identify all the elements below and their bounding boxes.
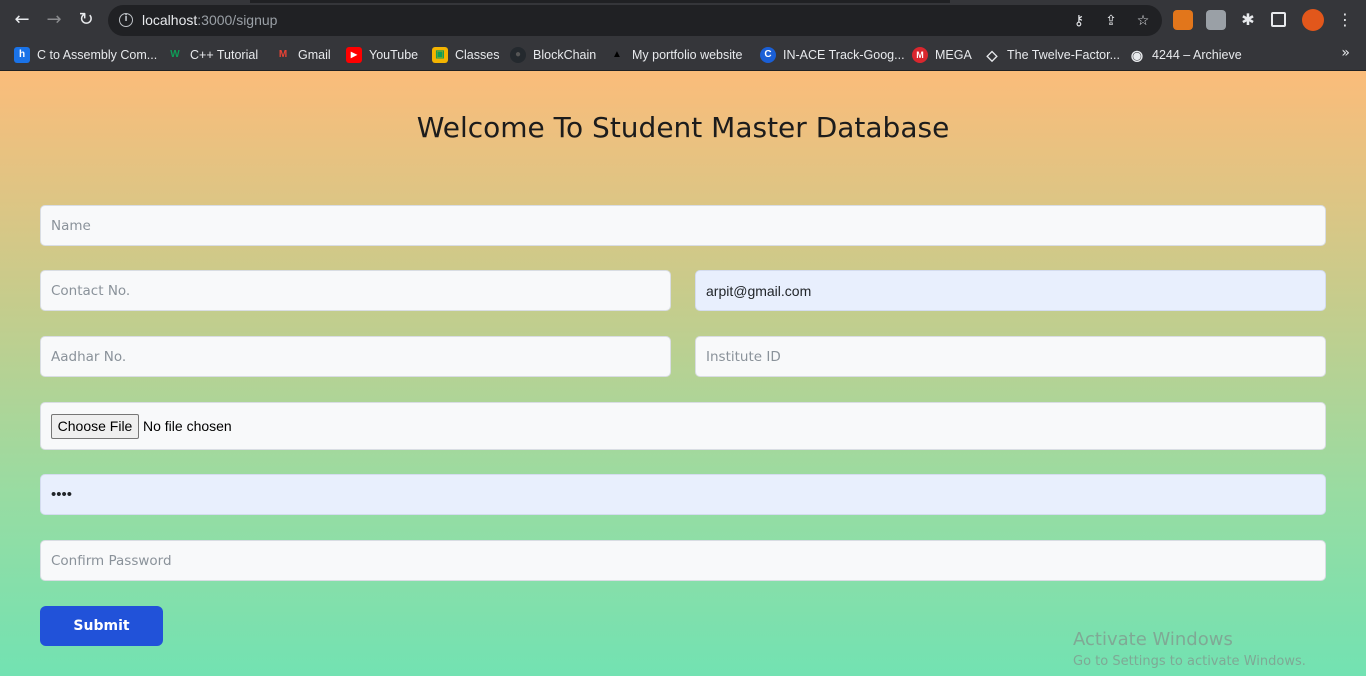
bookmark-favicon-icon: h bbox=[14, 47, 30, 63]
bookmark-label: Classes bbox=[455, 48, 500, 62]
site-info-icon[interactable]: i bbox=[119, 13, 133, 27]
globe-icon: ◉ bbox=[1130, 47, 1144, 63]
bookmark-label: 4244 – Archieve bbox=[1152, 48, 1242, 62]
side-panel-icon[interactable] bbox=[1271, 12, 1286, 27]
bookmark-label: The Twelve-Factor... bbox=[1007, 48, 1121, 62]
page-title: Welcome To Student Master Database bbox=[416, 111, 950, 144]
bookmark-youtube[interactable]: ▶ YouTube bbox=[346, 45, 418, 65]
choose-file-button[interactable]: Choose File bbox=[51, 414, 139, 439]
bookmark-blockchain[interactable]: ● BlockChain bbox=[510, 45, 596, 65]
back-icon[interactable]: ← bbox=[11, 9, 33, 31]
github-icon: ● bbox=[510, 47, 526, 63]
signup-page: Welcome To Student Master Database Choos… bbox=[0, 71, 1366, 676]
submit-button[interactable]: Submit bbox=[40, 606, 163, 646]
bookmark-label: IN-ACE Track-Goog... bbox=[783, 48, 905, 62]
name-input[interactable] bbox=[40, 205, 1326, 246]
bookmark-favicon-icon: W bbox=[170, 49, 180, 60]
vercel-icon: ▲ bbox=[612, 49, 622, 60]
bookmark-favicon-icon: C bbox=[760, 47, 776, 63]
bookmark-cpp-tutorial[interactable]: W C++ Tutorial bbox=[167, 45, 258, 65]
extension-icon[interactable] bbox=[1206, 10, 1226, 30]
file-status-text: No file chosen bbox=[143, 418, 232, 434]
password-input[interactable]: •••• bbox=[40, 474, 1326, 515]
forward-icon[interactable]: → bbox=[43, 9, 65, 31]
bookmarks-more-icon[interactable]: » bbox=[1341, 45, 1350, 61]
avatar[interactable] bbox=[1302, 9, 1324, 31]
bookmark-label: MEGA bbox=[935, 48, 972, 62]
bookmark-label: BlockChain bbox=[533, 48, 597, 62]
mega-icon: M bbox=[912, 47, 928, 63]
star-icon[interactable]: ☆ bbox=[1134, 12, 1152, 30]
bookmark-classes[interactable]: ▣ Classes bbox=[432, 45, 499, 65]
activate-windows-subtext: Go to Settings to activate Windows. bbox=[1073, 654, 1306, 669]
bookmark-mega[interactable]: M MEGA bbox=[912, 45, 972, 65]
bookmark-in-ace[interactable]: C IN-ACE Track-Goog... bbox=[760, 45, 905, 65]
bookmark-label: C++ Tutorial bbox=[190, 48, 259, 62]
youtube-icon: ▶ bbox=[346, 47, 362, 63]
institute-id-input[interactable] bbox=[695, 336, 1326, 377]
classroom-icon: ▣ bbox=[432, 47, 448, 63]
bookmark-c-to-assembly[interactable]: h C to Assembly Com... bbox=[14, 45, 157, 65]
bookmark-label: Gmail bbox=[298, 48, 331, 62]
url-text[interactable]: localhost:3000/signup bbox=[142, 12, 277, 28]
address-bar[interactable]: i localhost:3000/signup ⚷ ⇪ ☆ bbox=[108, 5, 1162, 36]
url-path: :3000/signup bbox=[197, 12, 278, 28]
file-upload-field[interactable]: Choose File No file chosen bbox=[40, 402, 1326, 450]
share-icon[interactable]: ⇪ bbox=[1102, 12, 1120, 30]
bookmark-4244-archieve[interactable]: ◉ 4244 – Archieve bbox=[1129, 45, 1242, 65]
bookmark-label: C to Assembly Com... bbox=[37, 48, 158, 62]
menu-icon[interactable]: ⋮ bbox=[1334, 9, 1356, 31]
url-host: localhost bbox=[142, 12, 198, 28]
aadhar-input[interactable] bbox=[40, 336, 671, 377]
confirm-password-input[interactable] bbox=[40, 540, 1326, 581]
tab-strip bbox=[250, 0, 950, 3]
gmail-icon: M bbox=[278, 49, 288, 60]
browser-toolbar: ← → ↻ i localhost:3000/signup ⚷ ⇪ ☆ ✱ ⋮ bbox=[0, 0, 1366, 40]
reload-icon[interactable]: ↻ bbox=[75, 9, 97, 31]
bookmark-portfolio[interactable]: ▲ My portfolio website bbox=[609, 45, 742, 65]
bookmark-favicon-icon: ◇ bbox=[986, 47, 998, 63]
bookmark-label: My portfolio website bbox=[632, 48, 743, 62]
activate-windows-heading: Activate Windows bbox=[1073, 629, 1233, 650]
metamask-extension-icon[interactable] bbox=[1173, 10, 1193, 30]
key-icon[interactable]: ⚷ bbox=[1070, 12, 1088, 30]
bookmark-gmail[interactable]: M Gmail bbox=[275, 45, 331, 65]
email-input[interactable] bbox=[695, 270, 1326, 311]
bookmarks-bar: h C to Assembly Com... W C++ Tutorial M Gma… bbox=[0, 40, 1366, 71]
puzzle-icon[interactable]: ✱ bbox=[1237, 9, 1259, 31]
contact-input[interactable] bbox=[40, 270, 671, 311]
bookmark-twelve-factor[interactable]: ◇ The Twelve-Factor... bbox=[984, 45, 1120, 65]
bookmark-label: YouTube bbox=[369, 48, 419, 62]
